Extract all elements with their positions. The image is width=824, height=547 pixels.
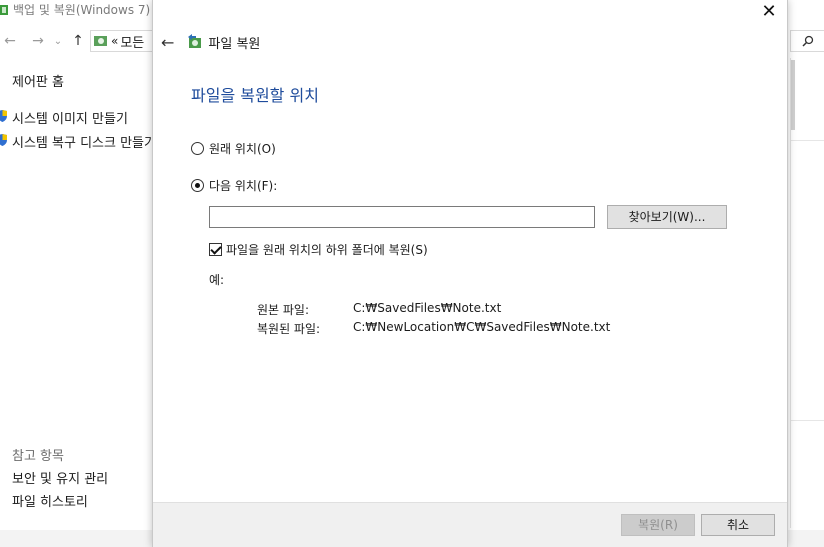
restore-button[interactable]: 복원(R) (621, 514, 695, 536)
following-location-label: 다음 위치(F): (209, 179, 278, 193)
address-bar[interactable]: « 모든 (90, 30, 160, 52)
background-content-area (790, 58, 824, 528)
dialog-footer: 복원(R) 취소 (153, 502, 787, 547)
sidebar-task-label: 시스템 이미지 만들기 (12, 112, 128, 127)
shield-icon (0, 110, 7, 122)
original-location-label: 원래 위치(O) (209, 142, 276, 156)
up-arrow-icon[interactable]: ↑ (68, 29, 88, 53)
control-panel-home-link[interactable]: 제어판 홈 (12, 71, 64, 90)
example-label: 예: (209, 273, 225, 287)
search-icon (801, 35, 813, 47)
following-location-option[interactable]: 다음 위치(F): (191, 177, 277, 194)
main-instruction: 파일을 복원할 위치 (191, 86, 319, 105)
example-original-label: 원본 파일: (257, 303, 310, 317)
control-panel-icon (94, 36, 107, 46)
dialog-header-title: 파일 복원 (208, 36, 261, 52)
recent-locations-chevron-icon[interactable]: ⌄ (48, 29, 68, 53)
dialog-header: ← 파일 복원 (161, 32, 260, 52)
example-paths: 원본 파일: C:₩SavedFiles₩Note.txt 복원된 파일: C:… (257, 301, 610, 337)
search-box[interactable] (790, 30, 824, 52)
address-chevron: « (111, 34, 119, 48)
original-location-radio[interactable] (191, 142, 204, 155)
divider (791, 420, 824, 421)
subfolder-checkbox[interactable] (209, 243, 222, 256)
browse-button[interactable]: 찾아보기(W)... (607, 205, 727, 229)
background-window-title-bar: 백업 및 복원(Windows 7) (0, 0, 160, 20)
restore-path-input[interactable] (209, 206, 595, 228)
subfolder-checkbox-label: 파일을 원래 위치의 하위 폴더에 복원(S) (226, 243, 428, 257)
shield-icon (0, 134, 7, 146)
backup-restore-icon (0, 5, 8, 15)
navigation-bar: ← → ⌄ ↑ « 모든 (0, 28, 160, 54)
file-history-link[interactable]: 파일 히스토리 (12, 491, 88, 510)
security-maintenance-link[interactable]: 보안 및 유지 관리 (12, 468, 108, 487)
back-arrow-icon[interactable]: ← (161, 33, 174, 52)
example-restored-label: 복원된 파일: (257, 322, 321, 336)
see-also-heading: 참고 항목 (12, 449, 64, 464)
example-original-value: C:₩SavedFiles₩Note.txt (353, 301, 502, 315)
forward-arrow-icon[interactable]: → (28, 29, 48, 53)
sidebar-task-label: 시스템 복구 디스크 만들기 (12, 136, 156, 151)
dialog-header-title-group: 파일 복원 (186, 33, 260, 52)
close-icon[interactable]: ✕ (761, 3, 777, 21)
divider (791, 140, 824, 141)
restore-files-icon (188, 34, 202, 48)
following-location-radio[interactable] (191, 179, 204, 192)
example-restored-value: C:₩NewLocation₩C₩SavedFiles₩Note.txt (353, 320, 611, 334)
subfolder-option[interactable]: 파일을 원래 위치의 하위 폴더에 복원(S) (209, 241, 428, 258)
back-arrow-icon[interactable]: ← (0, 29, 20, 53)
original-location-option[interactable]: 원래 위치(O) (191, 140, 276, 157)
cancel-button[interactable]: 취소 (701, 514, 775, 536)
address-text: 모든 (120, 35, 145, 51)
restore-files-dialog: ✕ ← 파일 복원 파일을 복원할 위치 원래 위치(O) 다음 위치(F): … (152, 0, 788, 547)
background-window-title: 백업 및 복원(Windows 7) (13, 3, 151, 17)
scrollbar-thumb[interactable] (791, 60, 795, 130)
